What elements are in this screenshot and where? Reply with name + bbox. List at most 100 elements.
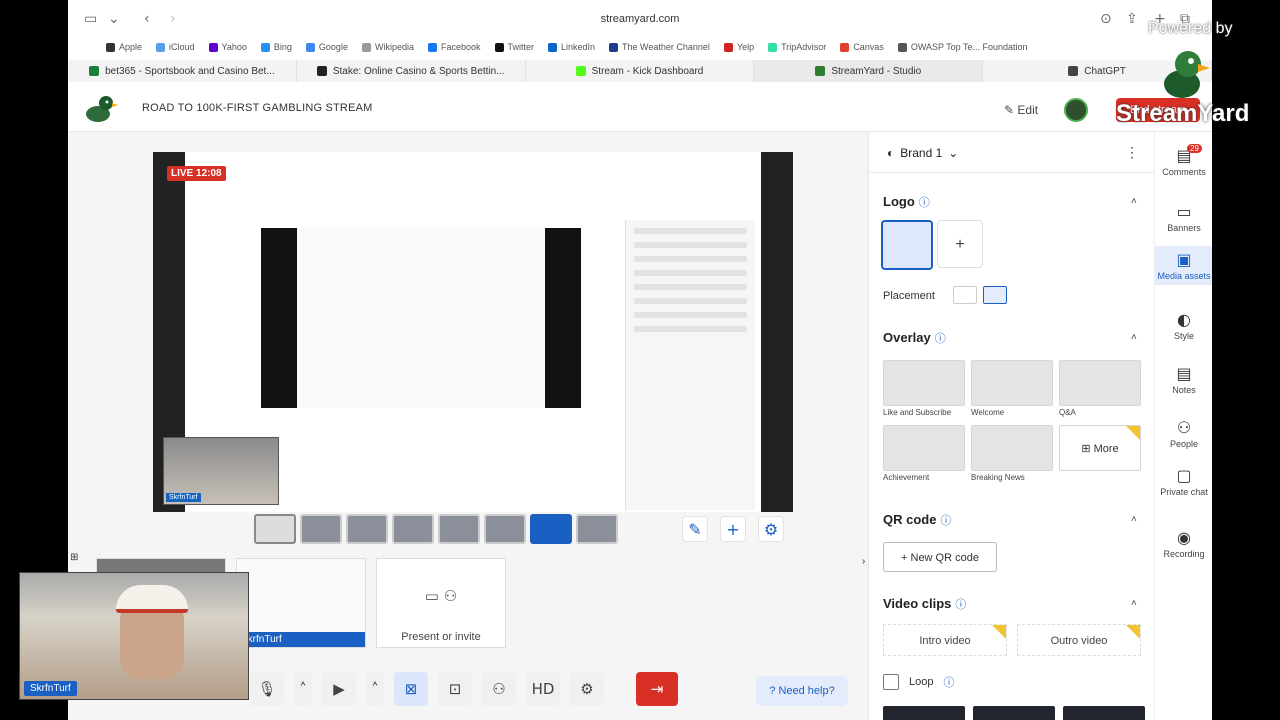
stage-tools: ✎ + ⚙: [682, 516, 784, 542]
outro-video-slot[interactable]: Outro video: [1017, 624, 1141, 656]
palette-icon: ◐: [1177, 310, 1191, 329]
plus-icon[interactable]: +: [720, 516, 746, 542]
info-icon: ⓘ: [943, 677, 955, 689]
present-or-invite-tile[interactable]: ▭ ⚇ Present or invite: [376, 558, 506, 648]
logo-thumbnail[interactable]: [881, 220, 933, 270]
vertical-nav: ▤ Comments 29 ▭ Banners ▣ Media assets ◐ Styl…: [1154, 132, 1212, 720]
invite-icon[interactable]: ⚇: [482, 672, 516, 706]
bookmarks-bar: Apple iCloud Yahoo Bing Google Wikipedia…: [68, 40, 1212, 54]
nav-notes[interactable]: ▤ Notes: [1155, 364, 1212, 395]
stream-title[interactable]: ROAD TO 100K-FIRST GAMBLING STREAM: [142, 102, 373, 114]
layout-solo[interactable]: [254, 514, 296, 544]
placement-right-button[interactable]: [983, 286, 1007, 304]
overlay-achievement[interactable]: Achievement: [883, 425, 965, 482]
intro-video-slot[interactable]: Intro video: [883, 624, 1007, 656]
chevron-right-icon[interactable]: ›: [862, 556, 865, 567]
qr-section-title: QR code ⓘ: [883, 512, 952, 527]
layout-pip[interactable]: [530, 514, 572, 544]
browser-toolbar: ▭ ⌄ ‹ › streamyard.com ⊙ ⇪ + ⧉: [68, 0, 1212, 40]
camera-tile[interactable]: SkrfnTurf: [236, 558, 366, 648]
overlay-welcome[interactable]: Welcome: [971, 360, 1053, 417]
present-icon[interactable]: ⊡: [438, 672, 472, 706]
leave-studio-button[interactable]: ⇥: [636, 672, 678, 706]
nested-panel-preview: [625, 220, 755, 510]
webcam-name: SkrfnTurf: [24, 681, 77, 696]
overlay-like-subscribe[interactable]: Like and Subscribe: [883, 360, 965, 417]
settings-icon[interactable]: ⚙: [570, 672, 604, 706]
address-bar[interactable]: streamyard.com: [68, 13, 1212, 25]
edit-button[interactable]: ✎ Edit: [1004, 103, 1038, 117]
nested-screen: [297, 228, 545, 408]
nav-people[interactable]: ⚇ People: [1155, 418, 1212, 449]
new-qr-code-button[interactable]: + New QR code: [883, 542, 997, 572]
tab-streamyard[interactable]: StreamYard - Studio: [754, 60, 984, 82]
left-panel-toggle-icon[interactable]: ⊞: [70, 552, 78, 563]
collapse-qr-icon[interactable]: ˄: [1131, 514, 1137, 525]
layout-side[interactable]: [438, 514, 480, 544]
overlay-more-button[interactable]: ⊞ More: [1059, 425, 1141, 482]
placement-left-button[interactable]: [953, 286, 977, 304]
brand-selector[interactable]: ◐ Brand 1 ⌄: [887, 146, 958, 160]
live-badge: LIVE 12:08: [167, 166, 226, 181]
gear-icon[interactable]: ⚙: [758, 516, 784, 542]
nav-media-assets[interactable]: ▣ Media assets: [1155, 246, 1212, 285]
tab-kick[interactable]: Stream - Kick Dashboard: [526, 60, 755, 82]
mic-icon[interactable]: 🎙: [250, 672, 284, 706]
chevron-down-icon: ⌄: [948, 146, 959, 160]
notes-icon: ▤: [1176, 364, 1192, 383]
bookmark-weather[interactable]: The Weather Channel: [609, 42, 710, 52]
tab-bar: bet365 - Sportsbook and Casino Bet... St…: [68, 60, 1212, 82]
stop-share-icon[interactable]: ⊠: [394, 672, 428, 706]
collapse-overlay-icon[interactable]: ˄: [1131, 332, 1137, 343]
collapse-video-icon[interactable]: ˄: [1131, 598, 1137, 609]
bookmark-facebook[interactable]: Facebook: [427, 42, 481, 52]
add-logo-button[interactable]: +: [937, 220, 983, 268]
bookmark-twitter[interactable]: Twitter: [494, 42, 534, 52]
camera-icon[interactable]: ▶: [322, 672, 356, 706]
layout-leader[interactable]: [346, 514, 388, 544]
broadcast-stage: LIVE 12:08 SkrfnTurf: [153, 152, 793, 512]
share-icon[interactable]: ⇪: [1126, 11, 1138, 27]
mic-options-chevron-icon[interactable]: ˄: [294, 672, 312, 706]
stage-camera: SkrfnTurf: [163, 437, 279, 505]
camera-tile-name: SkrfnTurf: [237, 632, 365, 647]
chat-icon: ▢: [1176, 466, 1192, 485]
nav-banners[interactable]: ▭ Banners: [1155, 202, 1212, 233]
bookmark-wikipedia[interactable]: Wikipedia: [361, 42, 414, 52]
pencil-icon[interactable]: ✎: [682, 516, 708, 542]
loop-checkbox[interactable]: [883, 674, 899, 690]
tab-bet365[interactable]: bet365 - Sportsbook and Casino Bet...: [68, 60, 297, 82]
streamer-webcam: SkrfnTurf: [19, 572, 249, 700]
avatar[interactable]: [1064, 98, 1088, 122]
layout-share[interactable]: [484, 514, 526, 544]
layout-full[interactable]: [576, 514, 618, 544]
bookmark-tripadvisor[interactable]: TripAdvisor: [768, 42, 826, 52]
overlay-qa[interactable]: Q&A: [1059, 360, 1141, 417]
nav-recording[interactable]: ◉ Recording: [1155, 528, 1212, 559]
bookmark-yahoo[interactable]: Yahoo: [208, 42, 247, 52]
streamyard-logo-text: StreamYard: [1116, 100, 1250, 127]
camera-options-chevron-icon[interactable]: ˄: [366, 672, 384, 706]
layout-group[interactable]: [300, 514, 342, 544]
more-options-icon[interactable]: ⋮: [1125, 144, 1139, 161]
loop-toggle[interactable]: Loop ⓘ: [883, 674, 954, 690]
nav-style[interactable]: ◐ Style: [1155, 310, 1212, 341]
bookmark-yelp[interactable]: Yelp: [723, 42, 754, 52]
bookmark-icloud[interactable]: iCloud: [156, 42, 195, 52]
bookmark-owasp[interactable]: OWASP Top Te... Foundation: [897, 42, 1028, 52]
need-help-button[interactable]: ? Need help?: [756, 676, 848, 706]
bookmark-apple[interactable]: Apple: [106, 42, 142, 52]
nav-private-chat[interactable]: ▢ Private chat: [1155, 466, 1212, 497]
download-icon[interactable]: ⊙: [1100, 11, 1112, 27]
bookmark-linkedin[interactable]: LinkedIn: [548, 42, 595, 52]
bookmark-google[interactable]: Google: [305, 42, 348, 52]
collapse-logo-icon[interactable]: ˄: [1131, 196, 1137, 207]
overlay-grid: Like and Subscribe Welcome Q&A Achieveme…: [883, 360, 1141, 482]
bookmark-bing[interactable]: Bing: [260, 42, 292, 52]
layout-split[interactable]: [392, 514, 434, 544]
nav-comments[interactable]: ▤ Comments 29: [1155, 144, 1212, 177]
bookmark-canvas[interactable]: Canvas: [840, 42, 884, 52]
hd-icon[interactable]: HD: [526, 672, 560, 706]
tab-stake[interactable]: Stake: Online Casino & Sports Bettin...: [297, 60, 526, 82]
overlay-breaking-news[interactable]: Breaking News: [971, 425, 1053, 482]
